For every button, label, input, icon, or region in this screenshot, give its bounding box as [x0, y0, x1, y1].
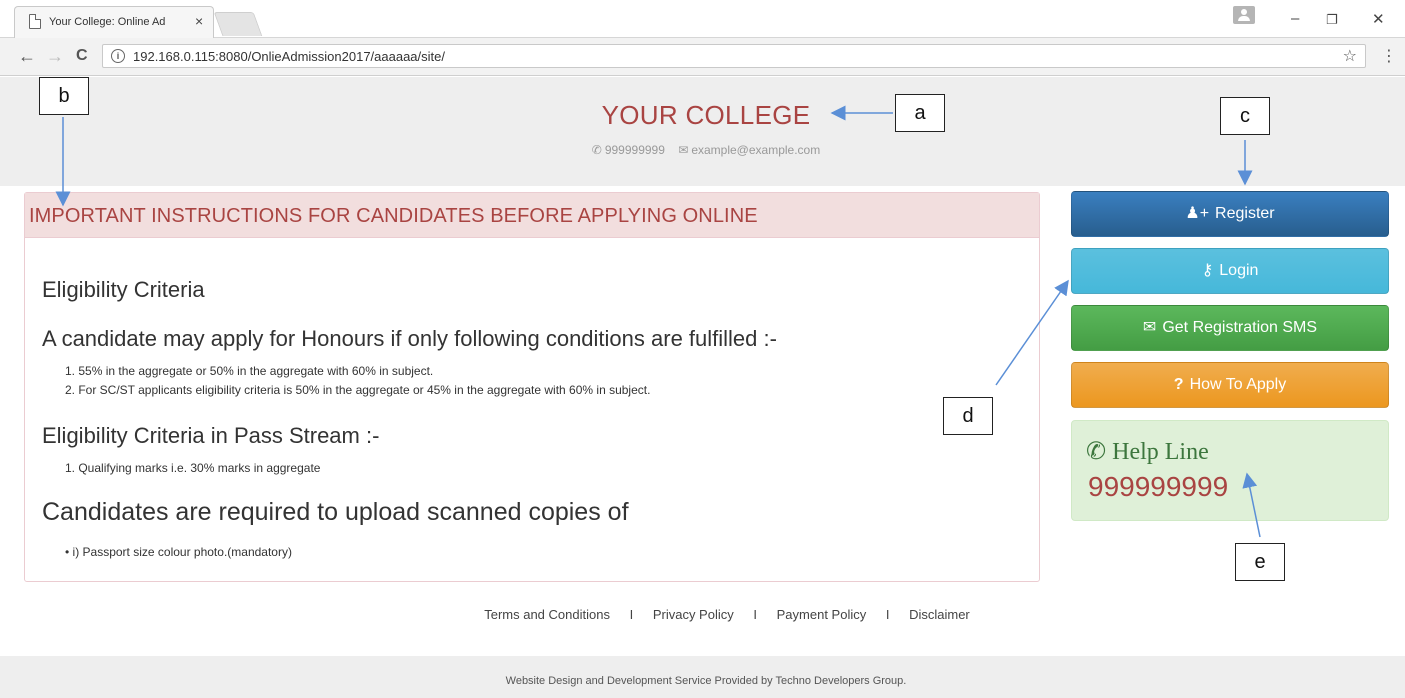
- arrow-e: [1242, 472, 1261, 538]
- annotation-label-c: c: [1220, 97, 1270, 135]
- arrow-d: [995, 279, 1069, 386]
- annotation-arrows: [55, 105, 1261, 538]
- annotation-label-b: b: [39, 77, 89, 115]
- annotation-label-a: a: [895, 94, 945, 132]
- annotation-label-e: e: [1235, 543, 1285, 581]
- annotation-label-d: d: [943, 397, 993, 435]
